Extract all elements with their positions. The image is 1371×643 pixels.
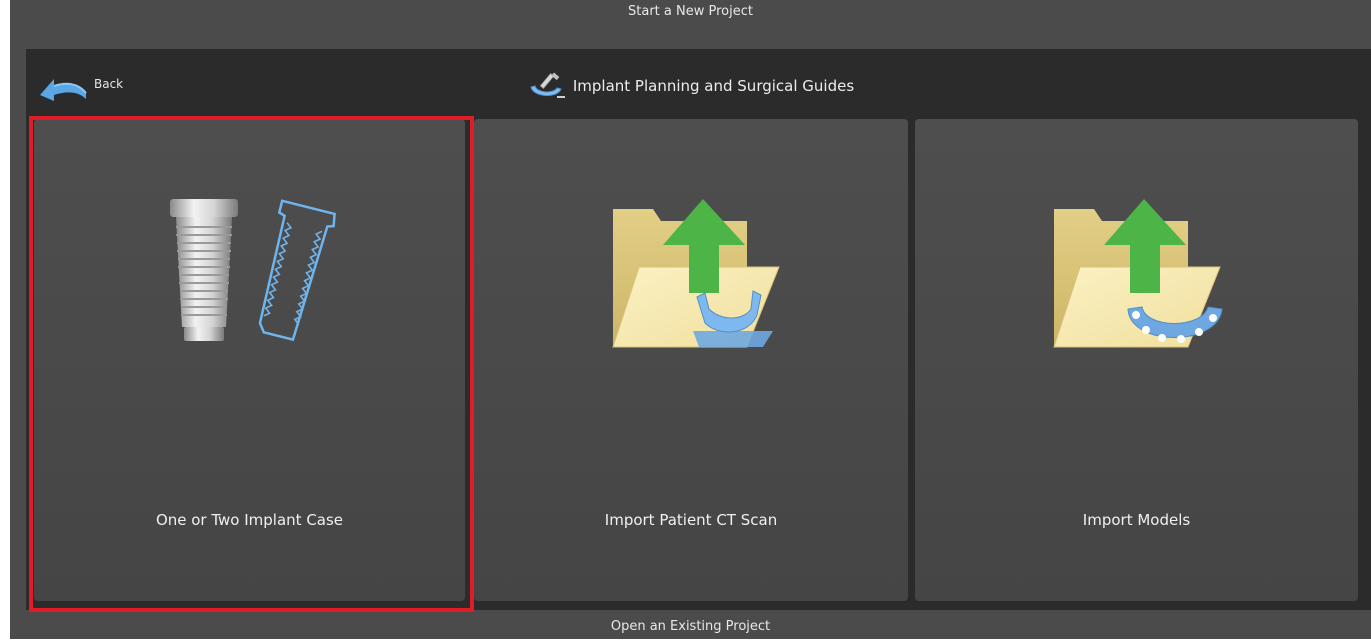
wizard-header: Back Implant Planning and Surgical Guide…	[26, 49, 1371, 117]
tile-label: One or Two Implant Case	[155, 511, 344, 529]
implant-icon	[160, 197, 340, 361]
surgical-guide-icon	[530, 72, 565, 98]
project-wizard-panel: Back Implant Planning and Surgical Guide…	[26, 49, 1371, 610]
folder-upload-models-icon	[1042, 197, 1232, 371]
page-title: Implant Planning and Surgical Guides	[26, 71, 1371, 101]
open-existing-project-link[interactable]: Open an Existing Project	[10, 610, 1371, 639]
tile-one-or-two-implant-case[interactable]: One or Two Implant Case	[34, 119, 465, 601]
folder-upload-ct-icon	[601, 197, 781, 371]
window-title: Start a New Project	[10, 0, 1371, 48]
tile-label: Import Patient CT Scan	[604, 511, 778, 529]
page-title-text: Implant Planning and Surgical Guides	[572, 77, 855, 95]
tile-label: Import Models	[1082, 511, 1191, 529]
tile-import-models[interactable]: Import Models	[915, 119, 1358, 601]
new-project-window: Start a New Project Back Implant Plannin…	[10, 0, 1371, 639]
window-title-text: Start a New Project	[628, 4, 753, 19]
tile-import-patient-ct-scan[interactable]: Import Patient CT Scan	[474, 119, 908, 601]
